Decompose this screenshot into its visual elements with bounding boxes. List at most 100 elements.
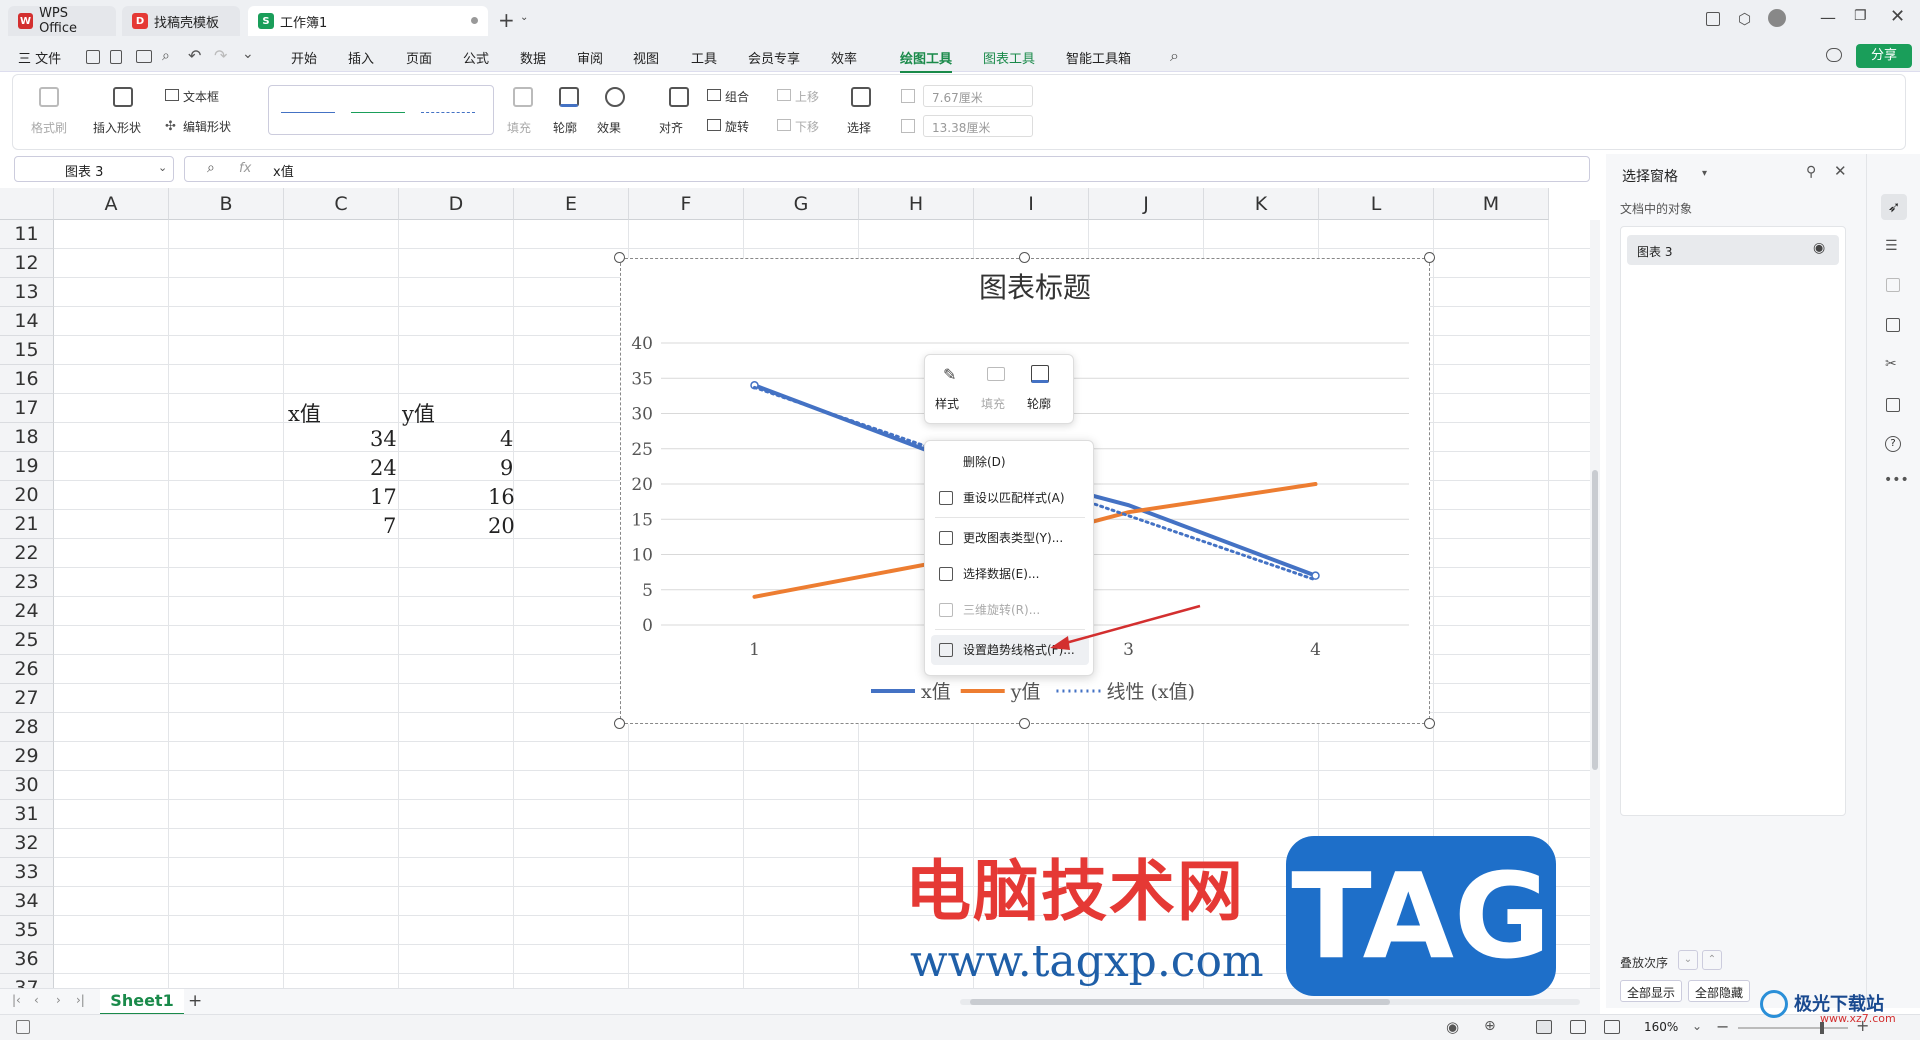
resize-handle-ne[interactable]: [1424, 252, 1435, 263]
width-input[interactable]: 13.38厘米: [923, 115, 1033, 137]
normal-view-icon[interactable]: [1536, 1020, 1552, 1034]
select-button[interactable]: 选择: [847, 119, 871, 136]
save-icon[interactable]: [86, 50, 100, 64]
share-button[interactable]: 分享: [1856, 44, 1912, 68]
zoom-level[interactable]: 160%: [1644, 1020, 1678, 1034]
macro-icon[interactable]: [16, 1020, 30, 1034]
resize-handle-s[interactable]: [1019, 718, 1030, 729]
insert-shape-button[interactable]: 插入形状: [93, 119, 141, 136]
group-button[interactable]: 组合: [725, 88, 749, 105]
book-icon[interactable]: [1886, 398, 1900, 412]
cell-c21[interactable]: 7: [383, 514, 396, 538]
search-icon[interactable]: ⌕: [1170, 46, 1179, 66]
resize-handle-se[interactable]: [1424, 718, 1435, 729]
first-sheet-icon[interactable]: |‹: [12, 993, 21, 1007]
row-header-19[interactable]: 19: [0, 452, 54, 481]
move-up-button[interactable]: ⌃: [1702, 950, 1722, 970]
name-box[interactable]: 图表 3: [14, 156, 174, 182]
menu-start[interactable]: 开始: [291, 48, 317, 67]
row-header-34[interactable]: 34: [0, 887, 54, 916]
row-header-16[interactable]: 16: [0, 365, 54, 394]
print-icon[interactable]: [136, 50, 152, 63]
align-button[interactable]: 对齐: [659, 119, 683, 136]
menu-item-reset-style[interactable]: 重设以匹配样式(A): [925, 483, 1095, 513]
cell-c19[interactable]: 24: [370, 456, 397, 480]
row-header-33[interactable]: 33: [0, 858, 54, 887]
export-icon[interactable]: [110, 50, 122, 64]
move-down-button[interactable]: 下移: [795, 118, 819, 135]
chevron-down-icon[interactable]: ⌄: [520, 12, 528, 23]
column-header-f[interactable]: F: [629, 188, 744, 220]
more-icon[interactable]: •••: [1884, 472, 1909, 488]
column-header-k[interactable]: K: [1204, 188, 1319, 220]
row-header-28[interactable]: 28: [0, 713, 54, 742]
sheet-tab-sheet1[interactable]: Sheet1: [100, 989, 184, 1015]
zoom-out-icon[interactable]: −: [1716, 1017, 1729, 1036]
row-header-30[interactable]: 30: [0, 771, 54, 800]
cell-d21[interactable]: 20: [488, 514, 515, 538]
chevron-down-icon[interactable]: ⌄: [158, 161, 167, 174]
cube-icon[interactable]: ⬡: [1738, 10, 1751, 28]
column-header-h[interactable]: H: [859, 188, 974, 220]
menu-efficiency[interactable]: 效率: [831, 48, 857, 67]
tab-workbook[interactable]: S 工作簿1: [248, 6, 488, 36]
textbox-button[interactable]: 文本框: [183, 88, 219, 105]
menu-formula[interactable]: 公式: [463, 48, 489, 67]
fx-icon[interactable]: fx: [239, 161, 251, 176]
row-header-26[interactable]: 26: [0, 655, 54, 684]
column-header-i[interactable]: I: [974, 188, 1089, 220]
resize-handle-n[interactable]: [1019, 252, 1030, 263]
row-header-15[interactable]: 15: [0, 336, 54, 365]
row-header-18[interactable]: 18: [0, 423, 54, 452]
object-item[interactable]: 图表 3 ◉: [1627, 235, 1839, 265]
row-header-32[interactable]: 32: [0, 829, 54, 858]
edit-shape-button[interactable]: 编辑形状: [183, 118, 231, 135]
tools-icon[interactable]: ✂: [1885, 356, 1897, 372]
resize-handle-nw[interactable]: [614, 252, 625, 263]
cell-c17[interactable]: x值: [288, 398, 321, 428]
resize-handle-sw[interactable]: [614, 718, 625, 729]
vertical-scrollbar[interactable]: [1590, 220, 1600, 988]
new-tab-icon[interactable]: +: [498, 8, 515, 32]
prev-sheet-icon[interactable]: ‹: [34, 993, 39, 1007]
row-header-11[interactable]: 11: [0, 220, 54, 249]
eye-icon[interactable]: ◉: [1813, 240, 1825, 256]
zoom-icon[interactable]: ⌕: [207, 160, 215, 176]
style-button[interactable]: 样式: [935, 395, 959, 412]
rotate-button[interactable]: 旋转: [725, 118, 749, 135]
effect-button[interactable]: 效果: [597, 119, 621, 136]
column-header-c[interactable]: C: [284, 188, 399, 220]
cell-d20[interactable]: 16: [488, 485, 515, 509]
column-header-g[interactable]: G: [744, 188, 859, 220]
format-painter-button[interactable]: 格式刷: [31, 119, 67, 136]
menu-view[interactable]: 视图: [633, 48, 659, 67]
cell-d17[interactable]: y值: [402, 398, 435, 428]
file-menu[interactable]: 三 文件: [18, 48, 61, 67]
menu-insert[interactable]: 插入: [348, 48, 374, 67]
chevron-down-icon[interactable]: ▾: [1702, 168, 1707, 179]
minimize-icon[interactable]: —: [1820, 8, 1836, 27]
column-header-a[interactable]: A: [54, 188, 169, 220]
row-header-13[interactable]: 13: [0, 278, 54, 307]
row-header-12[interactable]: 12: [0, 249, 54, 278]
image-icon[interactable]: [1886, 318, 1900, 332]
menu-item-select-data[interactable]: 选择数据(E)...: [925, 559, 1095, 589]
formula-input[interactable]: ⌕ fx x值: [184, 156, 1590, 182]
line-style-solid[interactable]: [281, 112, 335, 113]
menu-page[interactable]: 页面: [406, 48, 432, 67]
chevron-down-icon[interactable]: ⌄: [1692, 1019, 1702, 1033]
column-header-d[interactable]: D: [399, 188, 514, 220]
pin-icon[interactable]: ⚲: [1806, 164, 1816, 180]
cell-d18[interactable]: 4: [500, 427, 513, 451]
cell-c20[interactable]: 17: [370, 485, 397, 509]
cell-c18[interactable]: 34: [370, 427, 397, 451]
row-header-24[interactable]: 24: [0, 597, 54, 626]
line-style-gallery[interactable]: [268, 85, 494, 135]
redo-icon[interactable]: ↷: [214, 46, 227, 65]
help-icon[interactable]: ?: [1885, 436, 1901, 452]
scrollbar-thumb[interactable]: [1592, 470, 1598, 770]
row-header-35[interactable]: 35: [0, 916, 54, 945]
height-input[interactable]: 7.67厘米: [923, 85, 1033, 107]
close-icon[interactable]: ✕: [1890, 6, 1905, 27]
menu-item-change-chart-type[interactable]: 更改图表类型(Y)...: [925, 523, 1095, 553]
